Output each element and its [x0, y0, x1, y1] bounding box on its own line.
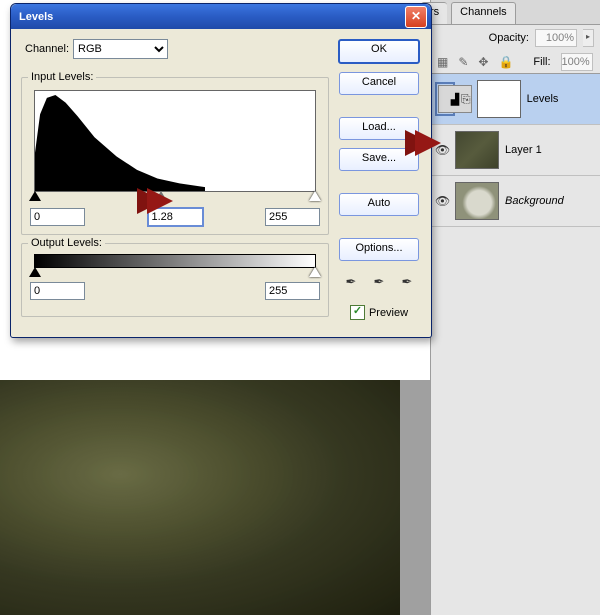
- input-white-field[interactable]: [265, 208, 320, 226]
- layer-thumb[interactable]: [455, 182, 499, 220]
- layer-row-background[interactable]: 👁 Background: [431, 176, 600, 227]
- input-levels-label: Input Levels:: [28, 71, 96, 83]
- tab-channels[interactable]: Channels: [451, 2, 515, 24]
- annotation-arrow-midtone: [147, 188, 173, 214]
- annotation-arrow-layer: [415, 130, 441, 156]
- panel-tabs: rs Channels: [431, 0, 600, 25]
- layer-name[interactable]: Background: [505, 195, 596, 207]
- opacity-value[interactable]: 100%: [535, 29, 577, 47]
- layer-thumb[interactable]: [455, 131, 499, 169]
- input-black-handle[interactable]: [29, 191, 41, 201]
- lock-position-icon[interactable]: ✥: [478, 54, 488, 70]
- levels-dialog: Levels ✕ Channel: RGB Input Levels:: [10, 3, 432, 338]
- link-icon[interactable]: ⎘: [461, 92, 471, 107]
- layer-name[interactable]: Layer 1: [505, 144, 596, 156]
- channel-select[interactable]: RGB: [73, 39, 168, 59]
- lock-paint-icon[interactable]: ✎: [458, 54, 468, 70]
- input-white-handle[interactable]: [309, 191, 321, 201]
- output-levels-label: Output Levels:: [28, 237, 105, 249]
- preview-checkbox[interactable]: ✓: [350, 305, 365, 320]
- output-black-field[interactable]: [30, 282, 85, 300]
- output-slider-track[interactable]: [35, 268, 315, 278]
- layer-name[interactable]: Levels: [527, 93, 596, 105]
- layer-list: ▟ ⎘ Levels 👁 Layer 1 👁 Background: [431, 73, 600, 227]
- eyedropper-black-icon[interactable]: ✒: [342, 273, 360, 291]
- histogram: [34, 90, 316, 192]
- layer-row-layer1[interactable]: 👁 Layer 1: [431, 125, 600, 176]
- document-canvas[interactable]: [0, 380, 400, 615]
- visibility-icon[interactable]: 👁: [435, 194, 449, 208]
- output-white-field[interactable]: [265, 282, 320, 300]
- lock-transparency-icon[interactable]: ▦: [437, 54, 448, 70]
- input-levels-group: Input Levels:: [21, 77, 329, 235]
- load-button[interactable]: Load...: [339, 117, 419, 140]
- layer-row-levels[interactable]: ▟ ⎘ Levels: [431, 74, 600, 125]
- fill-label: Fill:: [533, 56, 550, 68]
- ok-button[interactable]: OK: [338, 39, 420, 64]
- opacity-label: Opacity:: [489, 32, 529, 44]
- output-black-handle[interactable]: [29, 267, 41, 277]
- input-black-field[interactable]: [30, 208, 85, 226]
- layers-panel: rs Channels Opacity: 100% ▸ ▦ ✎ ✥ 🔒 Fill:…: [430, 0, 600, 615]
- output-levels-group: Output Levels:: [21, 243, 329, 317]
- input-slider-track[interactable]: [35, 192, 315, 202]
- eyedropper-white-icon[interactable]: ✒: [398, 273, 416, 291]
- fill-value[interactable]: 100%: [561, 53, 593, 71]
- channel-label: Channel:: [25, 43, 69, 55]
- close-button[interactable]: ✕: [405, 6, 427, 28]
- preview-label: Preview: [369, 307, 408, 319]
- output-gradient: [34, 254, 316, 268]
- save-button[interactable]: Save...: [339, 148, 419, 171]
- eyedropper-gray-icon[interactable]: ✒: [370, 273, 388, 291]
- dialog-title: Levels: [19, 11, 53, 23]
- dialog-titlebar[interactable]: Levels ✕: [11, 4, 431, 29]
- lock-all-icon[interactable]: 🔒: [498, 54, 513, 70]
- layer-mask-thumb[interactable]: [477, 80, 521, 118]
- opacity-flyout[interactable]: ▸: [583, 29, 594, 47]
- auto-button[interactable]: Auto: [339, 193, 419, 216]
- output-white-handle[interactable]: [309, 267, 321, 277]
- options-button[interactable]: Options...: [339, 238, 419, 261]
- cancel-button[interactable]: Cancel: [339, 72, 419, 95]
